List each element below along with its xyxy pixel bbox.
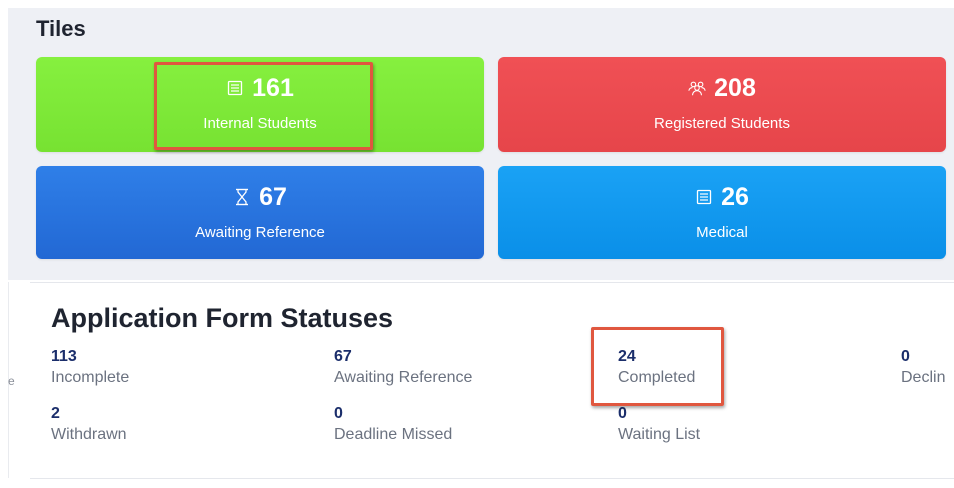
status-waiting-list[interactable]: 0 Waiting List <box>618 404 700 444</box>
tile-awaiting-reference[interactable]: 67 Awaiting Reference <box>36 166 484 259</box>
users-icon <box>688 79 706 97</box>
status-label: Withdrawn <box>51 426 127 443</box>
tile-label: Registered Students <box>654 115 790 132</box>
status-count: 67 <box>334 348 352 365</box>
hourglass-icon <box>233 188 251 206</box>
status-withdrawn[interactable]: 2 Withdrawn <box>51 404 127 444</box>
tiles-heading: Tiles <box>36 16 86 41</box>
status-count: 0 <box>334 405 343 422</box>
annotation-highlight-box <box>591 327 724 406</box>
status-count: 2 <box>51 405 60 422</box>
cut-off-text: e <box>8 374 15 388</box>
status-label: Incomplete <box>51 369 130 386</box>
status-count: 0 <box>618 405 627 422</box>
status-declined[interactable]: 0 Declin <box>901 347 954 387</box>
status-label: Waiting List <box>618 426 701 443</box>
tile-value: 67 <box>259 182 287 211</box>
tile-registered-students[interactable]: 208 Registered Students <box>498 57 946 152</box>
tile-label: Medical <box>696 224 748 241</box>
status-incomplete[interactable]: 113 Incomplete <box>51 347 129 387</box>
status-deadline-missed[interactable]: 0 Deadline Missed <box>334 404 452 444</box>
list-icon <box>695 188 713 206</box>
tile-value: 208 <box>714 73 756 102</box>
tile-label: Awaiting Reference <box>195 224 325 241</box>
status-count: 0 <box>901 348 910 365</box>
panel-divider <box>30 478 954 479</box>
status-label: Declin <box>901 369 946 386</box>
tile-medical[interactable]: 26 Medical <box>498 166 946 259</box>
section-title: Application Form Statuses <box>51 303 394 333</box>
annotation-highlight-box <box>154 62 373 150</box>
status-label: Awaiting Reference <box>334 369 473 386</box>
status-label: Deadline Missed <box>334 426 453 443</box>
status-count: 113 <box>51 348 77 365</box>
status-awaiting-reference[interactable]: 67 Awaiting Reference <box>334 347 472 387</box>
tile-value: 26 <box>721 182 749 211</box>
